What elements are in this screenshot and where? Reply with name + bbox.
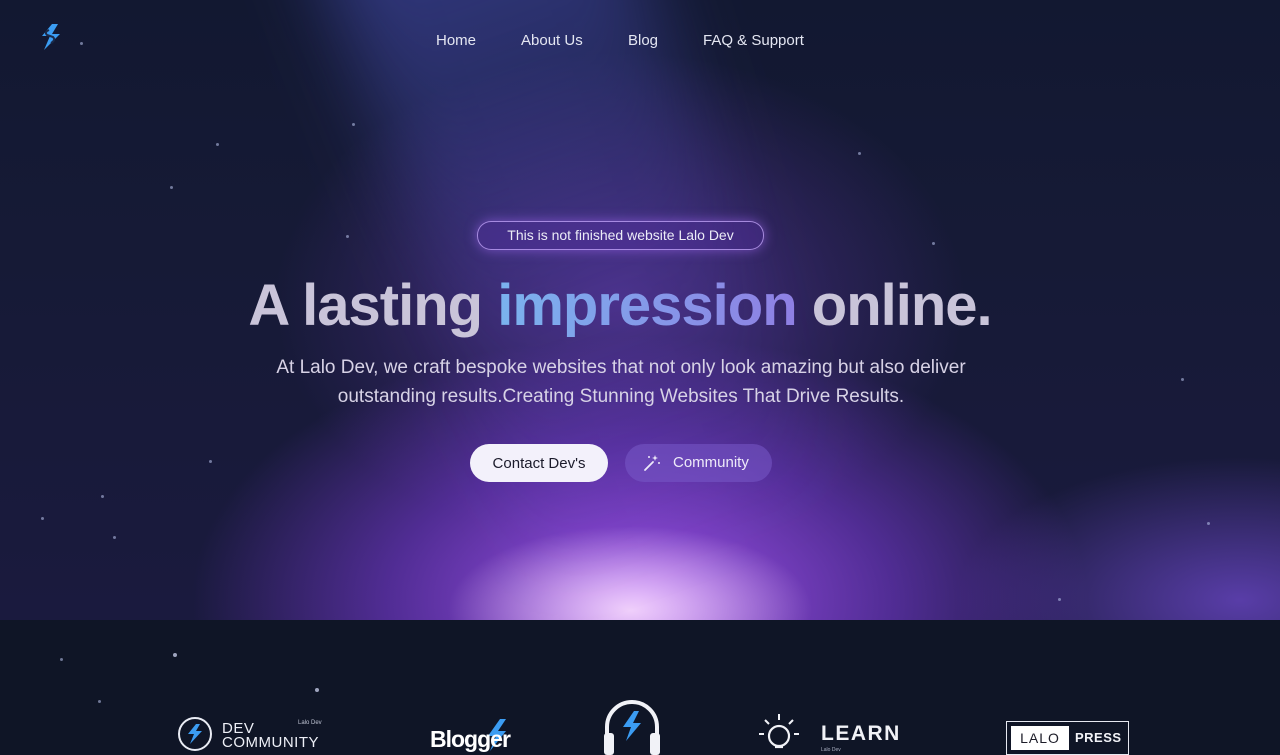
- lightbulb-icon: [759, 714, 799, 749]
- star-decoration: [346, 235, 349, 238]
- star-decoration: [352, 123, 355, 126]
- main-nav: Home About Us Blog FAQ & Support: [0, 32, 1280, 52]
- nav-home-link[interactable]: Home: [436, 32, 476, 49]
- lalo-press-logo[interactable]: LALO PRESS: [1006, 721, 1129, 755]
- community-button[interactable]: Community: [625, 444, 772, 482]
- dev-community-tag: Lalo Dev: [298, 720, 322, 726]
- headline-part: online.: [796, 273, 993, 338]
- hero-subtitle: At Lalo Dev, we craft bespoke websites t…: [276, 357, 966, 407]
- star-decoration: [932, 242, 935, 245]
- dev-community-line2: COMMUNITY: [222, 734, 319, 751]
- headphones-bolt-icon[interactable]: [601, 693, 663, 755]
- nav-faq-support-link[interactable]: FAQ & Support: [703, 32, 804, 49]
- star-decoration: [98, 700, 101, 703]
- star-decoration: [216, 143, 219, 146]
- nav-about-us-link[interactable]: About Us: [521, 32, 583, 49]
- star-decoration: [113, 536, 116, 539]
- contact-devs-button[interactable]: Contact Dev's: [470, 444, 608, 482]
- star-decoration: [858, 152, 861, 155]
- lalo-press-left: LALO: [1011, 726, 1069, 750]
- star-decoration: [173, 653, 177, 657]
- bolt-icon: [188, 724, 202, 744]
- star-decoration: [1058, 598, 1061, 601]
- learn-label: LEARN: [821, 722, 901, 745]
- magic-wand-icon: [644, 455, 660, 471]
- headline-accent: impression: [497, 273, 797, 338]
- learn-logo[interactable]: LEARN Lalo Dev: [757, 710, 899, 755]
- star-decoration: [101, 495, 104, 498]
- partners-strip: DEV COMMUNITY Lalo Dev Blogger LEARN Lal…: [0, 620, 1280, 755]
- lalo-press-right: PRESS: [1075, 730, 1122, 745]
- star-decoration: [170, 186, 173, 189]
- status-badge: This is not finished website Lalo Dev: [477, 221, 764, 250]
- nav-blog-link[interactable]: Blog: [628, 32, 658, 49]
- learn-tag: Lalo Dev: [821, 747, 841, 753]
- headline-part: A lasting: [248, 273, 498, 338]
- star-decoration: [1181, 378, 1184, 381]
- star-decoration: [41, 517, 44, 520]
- community-button-label: Community: [673, 454, 749, 471]
- page-title: A lasting impression online.: [0, 273, 1240, 339]
- star-decoration: [315, 688, 319, 692]
- star-decoration: [1207, 522, 1210, 525]
- star-decoration: [209, 460, 212, 463]
- star-decoration: [60, 658, 63, 661]
- blogger-label: Blogger: [430, 726, 511, 752]
- dev-community-logo[interactable]: DEV COMMUNITY Lalo Dev: [178, 717, 338, 755]
- hero-section: Home About Us Blog FAQ & Support This is…: [0, 0, 1280, 620]
- blogger-logo[interactable]: Blogger: [430, 718, 520, 755]
